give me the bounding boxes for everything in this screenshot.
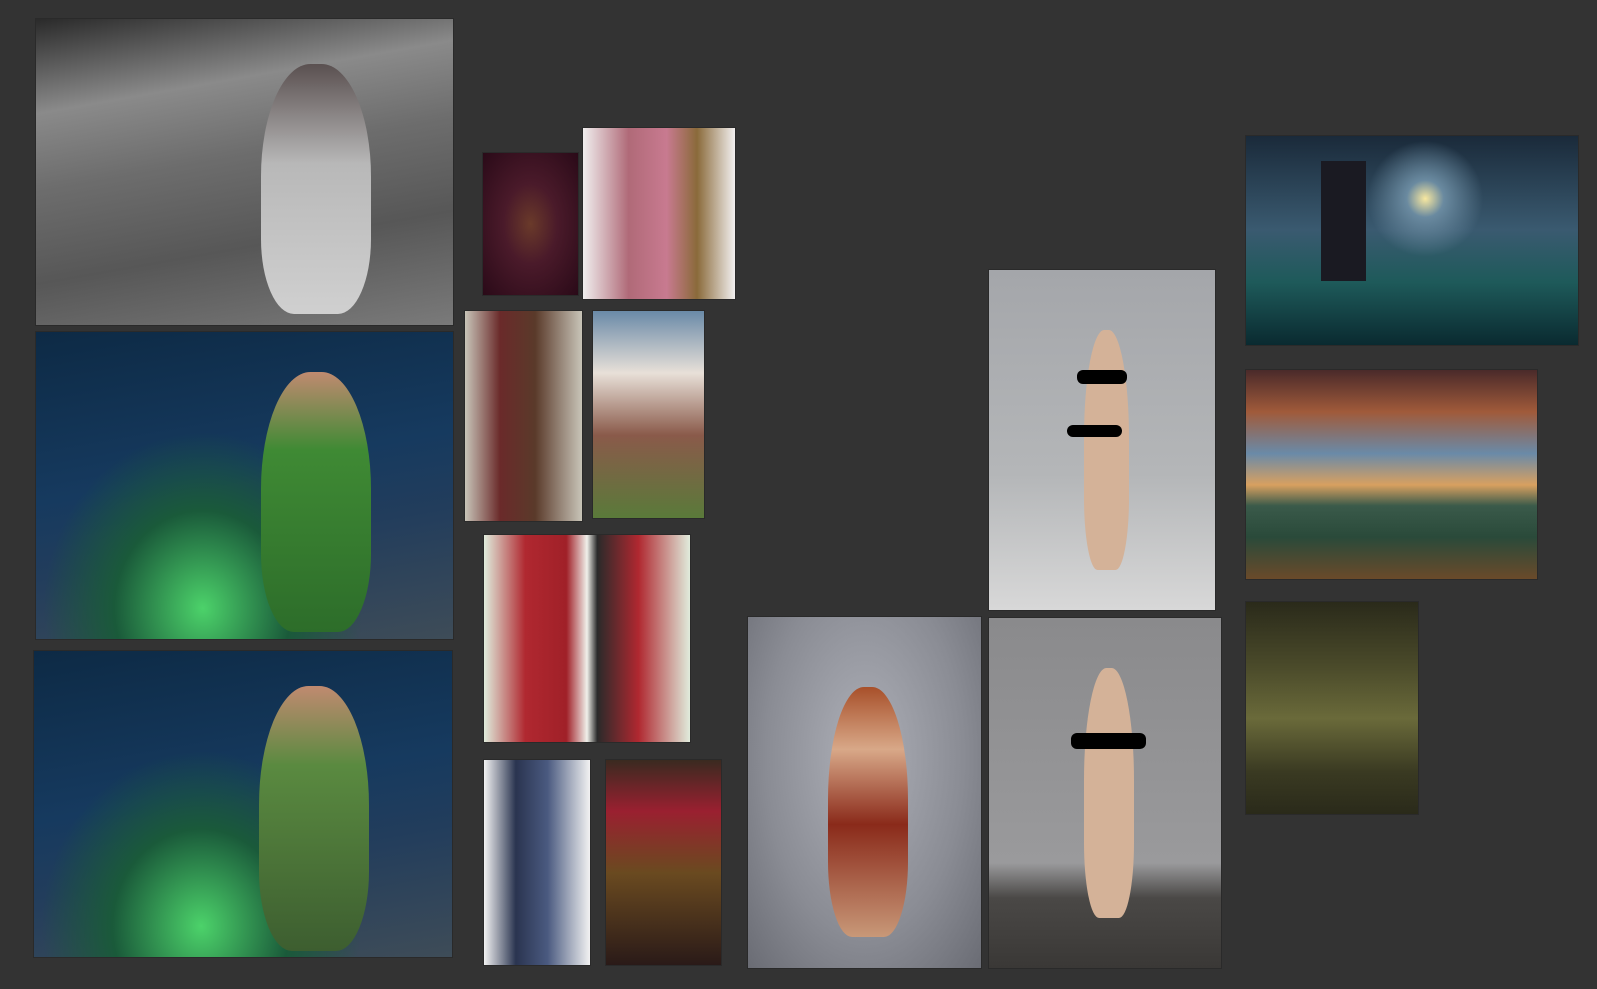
figure-shape [261, 372, 371, 632]
censor-bar [1077, 370, 1127, 384]
reference-image-green-render-1[interactable] [35, 331, 454, 640]
reference-image-painting-moonlit-tower[interactable] [1245, 135, 1579, 346]
reference-image-wireframe-render[interactable] [35, 18, 454, 326]
reference-image-costume-warrior[interactable] [482, 152, 579, 296]
reference-image-pose-pedestal[interactable] [988, 617, 1222, 969]
reference-image-costume-fair[interactable] [592, 310, 705, 519]
tower-shape [1321, 161, 1366, 281]
reference-image-bellydance-gold[interactable] [605, 759, 722, 966]
reference-image-bellydance-blue[interactable] [483, 759, 591, 966]
reference-image-painting-shipwreck-sunset[interactable] [1245, 369, 1538, 580]
figure-shape [828, 687, 908, 937]
reference-image-painting-forest[interactable] [1245, 601, 1419, 815]
reference-image-green-render-2[interactable] [33, 650, 453, 958]
reference-image-costume-pink[interactable] [582, 127, 736, 300]
figure-shape [1084, 668, 1134, 918]
figure-shape [261, 64, 371, 314]
censor-bar [1067, 425, 1122, 437]
figure-shape [259, 686, 369, 951]
reference-image-pose-arms-out[interactable] [988, 269, 1216, 611]
reference-image-pose-red-scarf[interactable] [747, 616, 982, 969]
reference-image-costume-wall[interactable] [464, 310, 583, 522]
censor-bar [1071, 733, 1146, 749]
reference-image-bellydance-red[interactable] [483, 534, 691, 743]
figure-shape [1084, 330, 1129, 570]
